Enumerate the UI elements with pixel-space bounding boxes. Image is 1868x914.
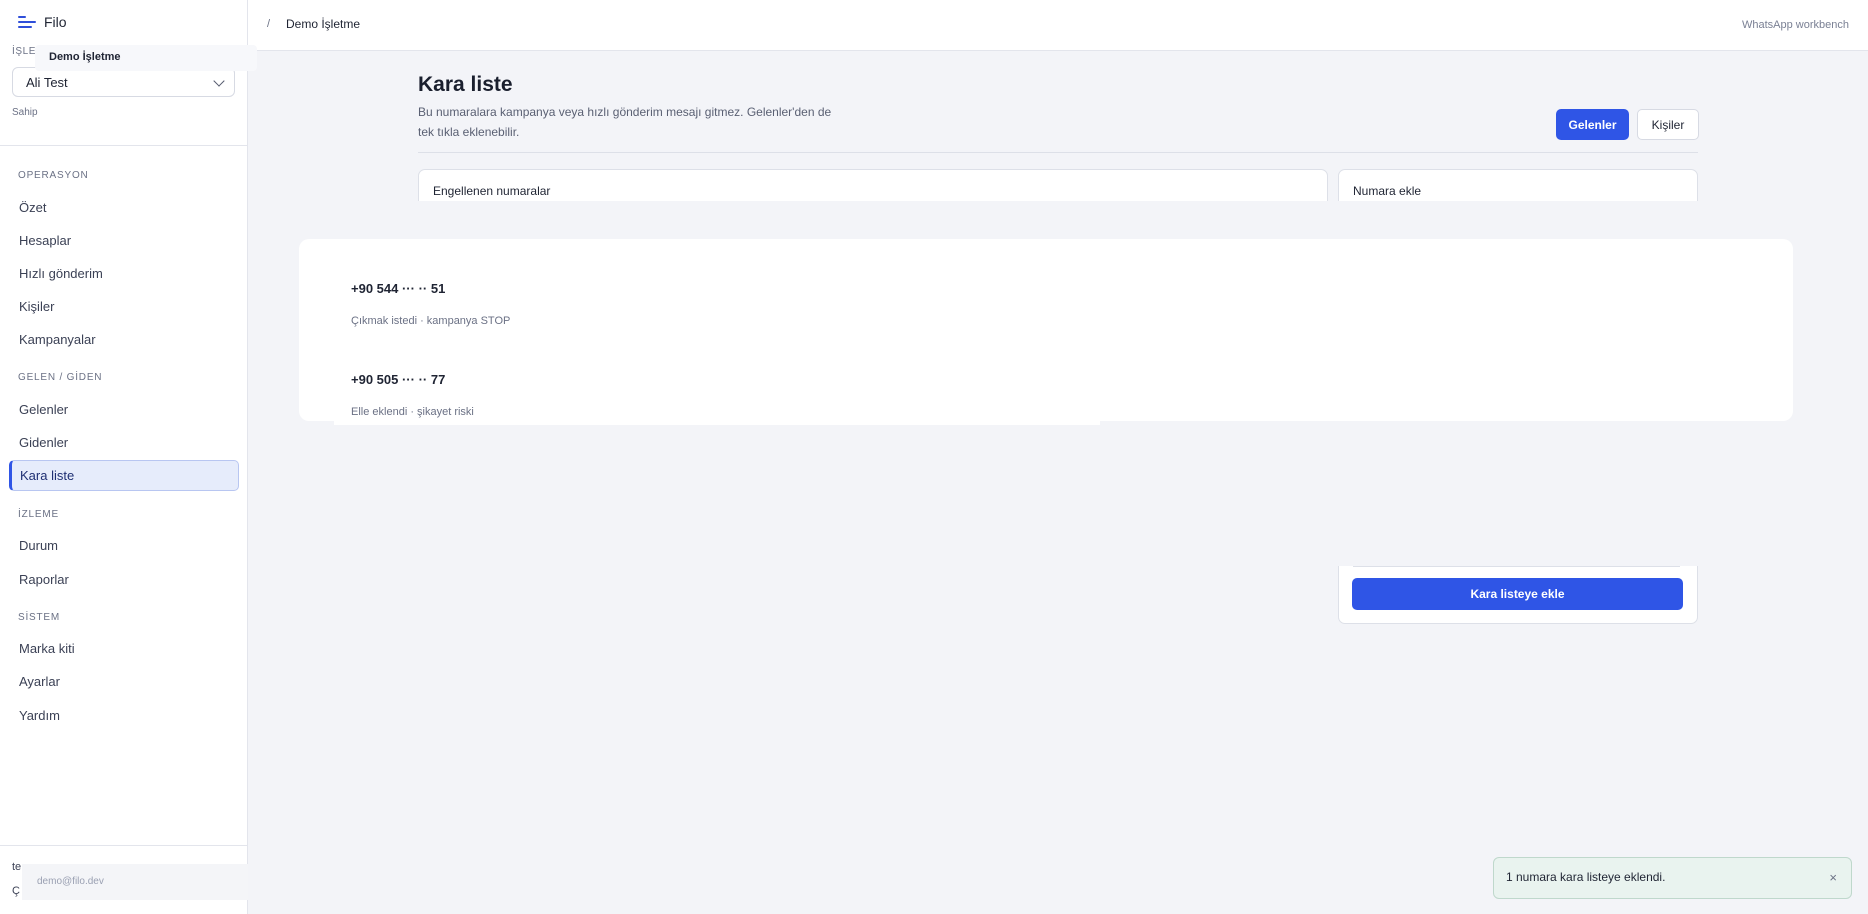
page-description: Bu numaralara kampanya veya hızlı gönder… — [418, 105, 832, 139]
page-title: Kara liste — [418, 73, 513, 96]
workspace-select[interactable]: Ali Test — [12, 67, 235, 97]
sidebar-item-durum[interactable]: Durum — [19, 538, 58, 553]
divider — [0, 845, 247, 846]
kisiler-button[interactable]: Kişiler — [1637, 109, 1699, 140]
blocked-note: Elle eklendi · şikayet riski — [351, 406, 474, 418]
sidebar-item-gidenler[interactable]: Gidenler — [19, 435, 68, 450]
sidebar-item-hizli-gonderim[interactable]: Hızlı gönderim — [19, 266, 103, 281]
app-name: Filo — [44, 14, 67, 30]
section-operasyon: OPERASYON — [18, 170, 89, 181]
sidebar-item-hesaplar[interactable]: Hesaplar — [19, 233, 71, 248]
chevron-down-icon — [213, 75, 225, 87]
sidebar-item-ayarlar[interactable]: Ayarlar — [19, 674, 60, 689]
overlay-card — [299, 239, 1793, 421]
sidebar-item-yardim[interactable]: Yardım — [19, 708, 60, 723]
section-sistem: SİSTEM — [18, 612, 61, 623]
workbench-label: WhatsApp workbench — [1742, 19, 1849, 31]
close-icon[interactable]: × — [1829, 870, 1837, 885]
sidebar-item-marka-kiti[interactable]: Marka kiti — [19, 641, 75, 656]
blocked-number: +90 544 ··· ·· 51 — [351, 281, 446, 296]
logout-peek[interactable]: Ç — [12, 885, 20, 897]
blocked-number: +90 505 ··· ·· 77 — [351, 372, 446, 387]
section-izleme: İZLEME — [18, 509, 59, 520]
brand[interactable]: Filo — [18, 14, 67, 30]
blocked-note: Çıkmak istedi · kampanya STOP — [351, 315, 511, 327]
user-email: demo@filo.dev — [22, 864, 248, 900]
section-gelen-giden: GELEN / GİDEN — [18, 372, 103, 383]
sidebar-item-kampanyalar[interactable]: Kampanyalar — [19, 332, 96, 347]
divider — [0, 145, 247, 146]
blocked-numbers-title: Engellenen numaralar — [433, 184, 551, 198]
toast-message: 1 numara kara listeye eklendi. — [1506, 870, 1666, 884]
gelenler-button[interactable]: Gelenler — [1556, 109, 1629, 140]
sidebar-item-kara-liste[interactable]: Kara liste — [9, 460, 239, 491]
add-to-blacklist-button[interactable]: Kara listeye ekle — [1352, 578, 1683, 610]
topbar: / Demo İşletme WhatsApp workbench — [248, 0, 1868, 51]
breadcrumb[interactable]: Demo İşletme — [286, 17, 360, 31]
sidebar: Filo İŞLET Demo İşletme Ali Test Sahip O… — [0, 0, 257, 914]
workspace-select-value: Ali Test — [26, 75, 68, 90]
sidebar-item-ozet[interactable]: Özet — [19, 200, 46, 215]
menu-icon[interactable] — [18, 15, 36, 29]
sidebar-item-gelenler[interactable]: Gelenler — [19, 402, 68, 417]
workspace-tooltip: Demo İşletme — [35, 45, 257, 71]
breadcrumb-separator: / — [267, 18, 271, 30]
drag-overlay: +90 544 ··· ·· 51 Çıkmak istedi · kampan… — [281, 201, 1812, 566]
success-toast: 1 numara kara listeye eklendi. × — [1493, 857, 1852, 899]
add-number-title: Numara ekle — [1353, 184, 1422, 198]
sidebar-item-raporlar[interactable]: Raporlar — [19, 572, 69, 587]
role-label: Sahip — [12, 107, 38, 118]
user-name-peek: te — [12, 861, 22, 873]
sidebar-item-kisiler[interactable]: Kişiler — [19, 299, 54, 314]
divider — [418, 152, 1698, 153]
input-bottom-edge — [1353, 566, 1680, 567]
